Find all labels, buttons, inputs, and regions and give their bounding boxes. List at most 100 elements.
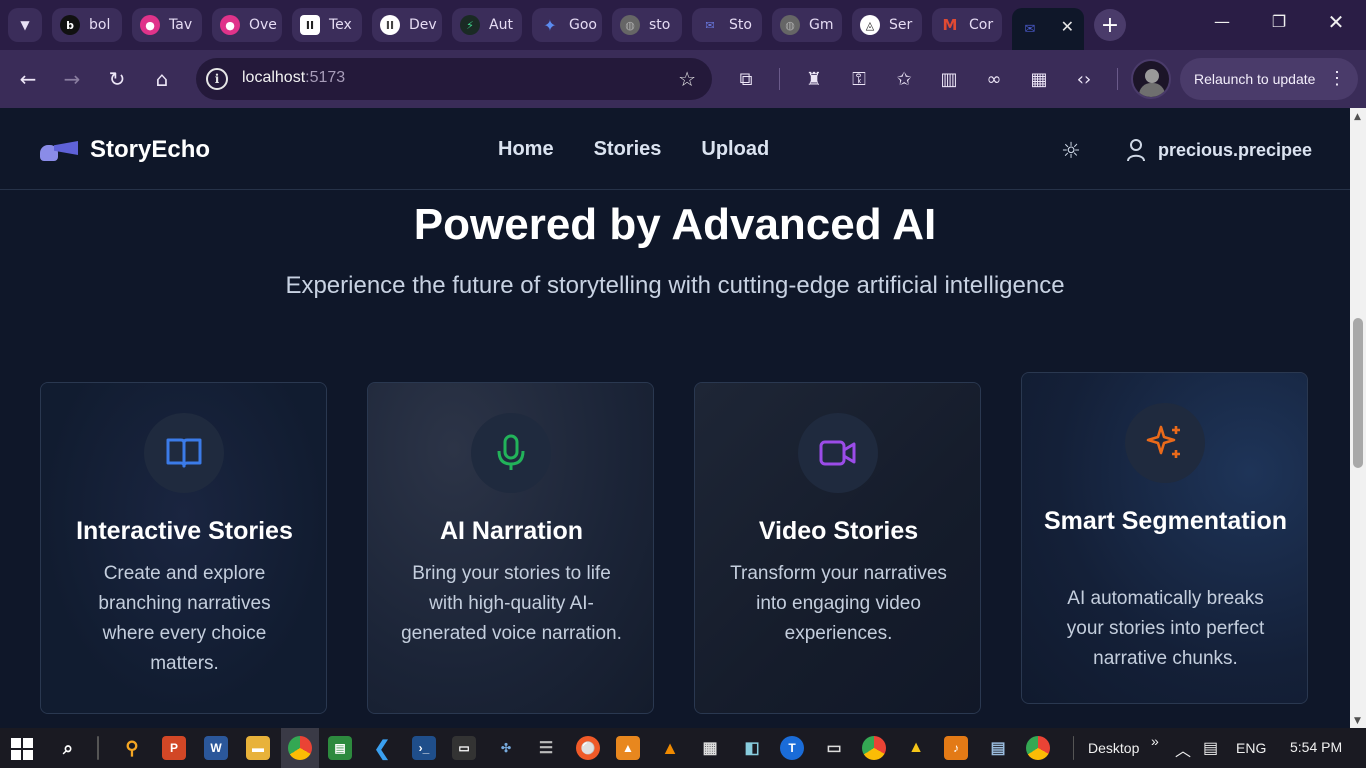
avatar-head xyxy=(1145,69,1159,83)
forward-arrow-icon[interactable]: → xyxy=(59,66,85,92)
calculator-icon[interactable]: ▦ xyxy=(698,736,722,760)
search-icon[interactable]: ⌕ xyxy=(56,736,80,760)
scroll-up-icon[interactable]: ▲ xyxy=(1354,112,1361,122)
browser-tab[interactable]: ◍ Gm xyxy=(772,8,842,42)
notes-icon[interactable]: ◧ xyxy=(740,736,764,760)
back-arrow-icon[interactable]: ← xyxy=(15,66,41,92)
reading-mode-icon[interactable]: ▥ xyxy=(936,66,962,92)
bookmark-star-icon[interactable]: ☆ xyxy=(678,67,696,91)
feature-title: Interactive Stories xyxy=(76,517,293,545)
site-info-icon[interactable]: i xyxy=(206,68,228,90)
brand-link[interactable]: StoryEcho xyxy=(40,136,210,164)
search-tool-icon[interactable]: ⚲ xyxy=(120,736,144,760)
tab-label: Ove xyxy=(249,17,277,33)
extensions-puzzle-icon[interactable]: ⧉ xyxy=(733,66,759,92)
tab-search-button[interactable]: ▼ xyxy=(8,8,42,42)
word-icon[interactable]: W xyxy=(204,736,228,760)
scrollbar-thumb[interactable] xyxy=(1353,318,1363,468)
reload-icon[interactable]: ↻ xyxy=(104,66,130,92)
spreadsheet-icon[interactable]: ▤ xyxy=(328,736,352,760)
desktop-toolbar-label[interactable]: Desktop xyxy=(1088,740,1139,756)
monitor-icon[interactable]: ▭ xyxy=(822,736,846,760)
chrome-alt-icon[interactable] xyxy=(862,736,886,760)
powershell-icon[interactable]: ›_ xyxy=(412,736,436,760)
nav-link-home[interactable]: Home xyxy=(498,138,554,161)
browser-tab[interactable]: ● Tav xyxy=(132,8,202,42)
key-icon[interactable]: ⚿ xyxy=(846,66,872,92)
terminal-icon[interactable]: ▭ xyxy=(452,736,476,760)
notepad-icon[interactable]: ▤ xyxy=(986,736,1010,760)
more-menu-icon[interactable]: ⋮ xyxy=(1328,68,1346,89)
browser-tab[interactable]: ✉ Sto xyxy=(692,8,762,42)
link-icon[interactable]: ∞ xyxy=(981,66,1007,92)
browser-tab[interactable]: ◬ Ser xyxy=(852,8,922,42)
microphone-icon xyxy=(471,413,551,493)
page-scrollbar[interactable]: ▲ ▼ xyxy=(1350,108,1366,728)
browser-tab-active[interactable]: ✉ ✕ xyxy=(1012,8,1084,50)
browser-tab[interactable]: ⚡ Aut xyxy=(452,8,522,42)
windows-start-icon[interactable] xyxy=(10,737,34,761)
close-window-icon[interactable]: ✕ xyxy=(1324,10,1348,34)
sun-icon[interactable]: ☼ xyxy=(1058,138,1084,164)
tab-favicon-icon: M xyxy=(942,16,958,34)
tab-favicon-icon: ✉ xyxy=(705,18,715,32)
nav-link-upload[interactable]: Upload xyxy=(701,138,769,161)
feature-card-ai-narration[interactable]: AI Narration Bring your stories to life … xyxy=(367,382,654,714)
feature-description: Create and explore branching narratives … xyxy=(98,563,271,674)
warning-app-icon[interactable]: ▲ xyxy=(904,736,928,760)
browser-tab[interactable]: b bol xyxy=(52,8,122,42)
nav-link-stories[interactable]: Stories xyxy=(594,138,662,161)
tab-label: Ser xyxy=(889,17,913,33)
browser-tab[interactable]: II Tex xyxy=(292,8,362,42)
user-menu[interactable]: precious.precipee xyxy=(1126,138,1312,162)
avatar-body xyxy=(1139,83,1165,97)
relaunch-to-update-button[interactable]: Relaunch to update ⋮ xyxy=(1180,58,1358,100)
input-language[interactable]: ENG xyxy=(1236,740,1266,756)
vscode-icon[interactable]: ❮ xyxy=(370,736,394,760)
maximize-icon[interactable]: ❐ xyxy=(1267,12,1291,31)
browser-tab[interactable]: ◍ sto xyxy=(612,8,682,42)
database-icon[interactable]: ☰ xyxy=(534,736,558,760)
feature-description: Transform your narratives into engaging … xyxy=(730,563,947,644)
chrome-icon[interactable] xyxy=(288,736,312,760)
new-tab-button[interactable]: + xyxy=(1094,9,1126,41)
brand-name: StoryEcho xyxy=(90,136,211,163)
tab-label: Tav xyxy=(169,17,193,33)
browser-tab[interactable]: II Dev xyxy=(372,8,442,42)
minimize-icon[interactable]: — xyxy=(1210,12,1234,31)
toolbar-divider xyxy=(779,68,780,90)
feature-card-interactive-stories[interactable]: Interactive Stories Create and explore b… xyxy=(40,382,327,714)
browser-tab[interactable]: ● Ove xyxy=(212,8,282,42)
home-icon[interactable]: ⌂ xyxy=(149,66,175,92)
chevron-up-icon[interactable]: ︿ xyxy=(1175,737,1191,761)
scroll-down-icon[interactable]: ▼ xyxy=(1354,716,1361,726)
network-tool-icon[interactable]: ✣ xyxy=(494,736,518,760)
feature-card-video-stories[interactable]: Video Stories Transform your narratives … xyxy=(694,382,981,714)
mega-icon[interactable]: ▲ xyxy=(616,736,640,760)
notification-icon[interactable]: ▤ xyxy=(1203,738,1218,758)
code-brackets-icon[interactable]: ‹› xyxy=(1071,66,1097,92)
feature-title: AI Narration xyxy=(439,517,584,545)
chrome-profile-icon[interactable] xyxy=(1026,736,1050,760)
vlc-icon[interactable]: ▲ xyxy=(658,736,682,760)
tab-label: Cor xyxy=(969,17,994,33)
profile-avatar[interactable] xyxy=(1131,59,1171,99)
clock-time[interactable]: 5:54 PM xyxy=(1290,739,1342,755)
tab-label: Dev xyxy=(409,17,437,33)
favorites-star-icon[interactable]: ✩ xyxy=(891,66,917,92)
incognito-icon[interactable]: ♜ xyxy=(801,66,827,92)
browser-tab[interactable]: ✦ Goo xyxy=(532,8,602,42)
section-title: Powered by Advanced AI xyxy=(413,200,937,249)
file-explorer-icon[interactable]: ▬ xyxy=(246,736,270,760)
fl-studio-icon[interactable]: ♪ xyxy=(944,736,968,760)
postman-icon[interactable]: ⚪ xyxy=(576,736,600,760)
teams-app-icon[interactable]: T xyxy=(780,736,804,760)
address-bar[interactable]: i localhost:5173 ☆ xyxy=(196,58,712,100)
powerpoint-icon[interactable]: P xyxy=(162,736,186,760)
toolbar-expand-icon[interactable]: » xyxy=(1151,733,1159,749)
layout-panel-icon[interactable]: ▦ xyxy=(1026,66,1052,92)
browser-tab-strip: ▼ b bol ● Tav ● Ove II Tex II Dev ⚡ Aut … xyxy=(0,0,1366,50)
feature-card-smart-segmentation[interactable]: Smart Segmentation AI automatically brea… xyxy=(1021,372,1308,704)
browser-tab[interactable]: M Cor xyxy=(932,8,1002,42)
close-tab-icon[interactable]: ✕ xyxy=(1061,17,1074,36)
